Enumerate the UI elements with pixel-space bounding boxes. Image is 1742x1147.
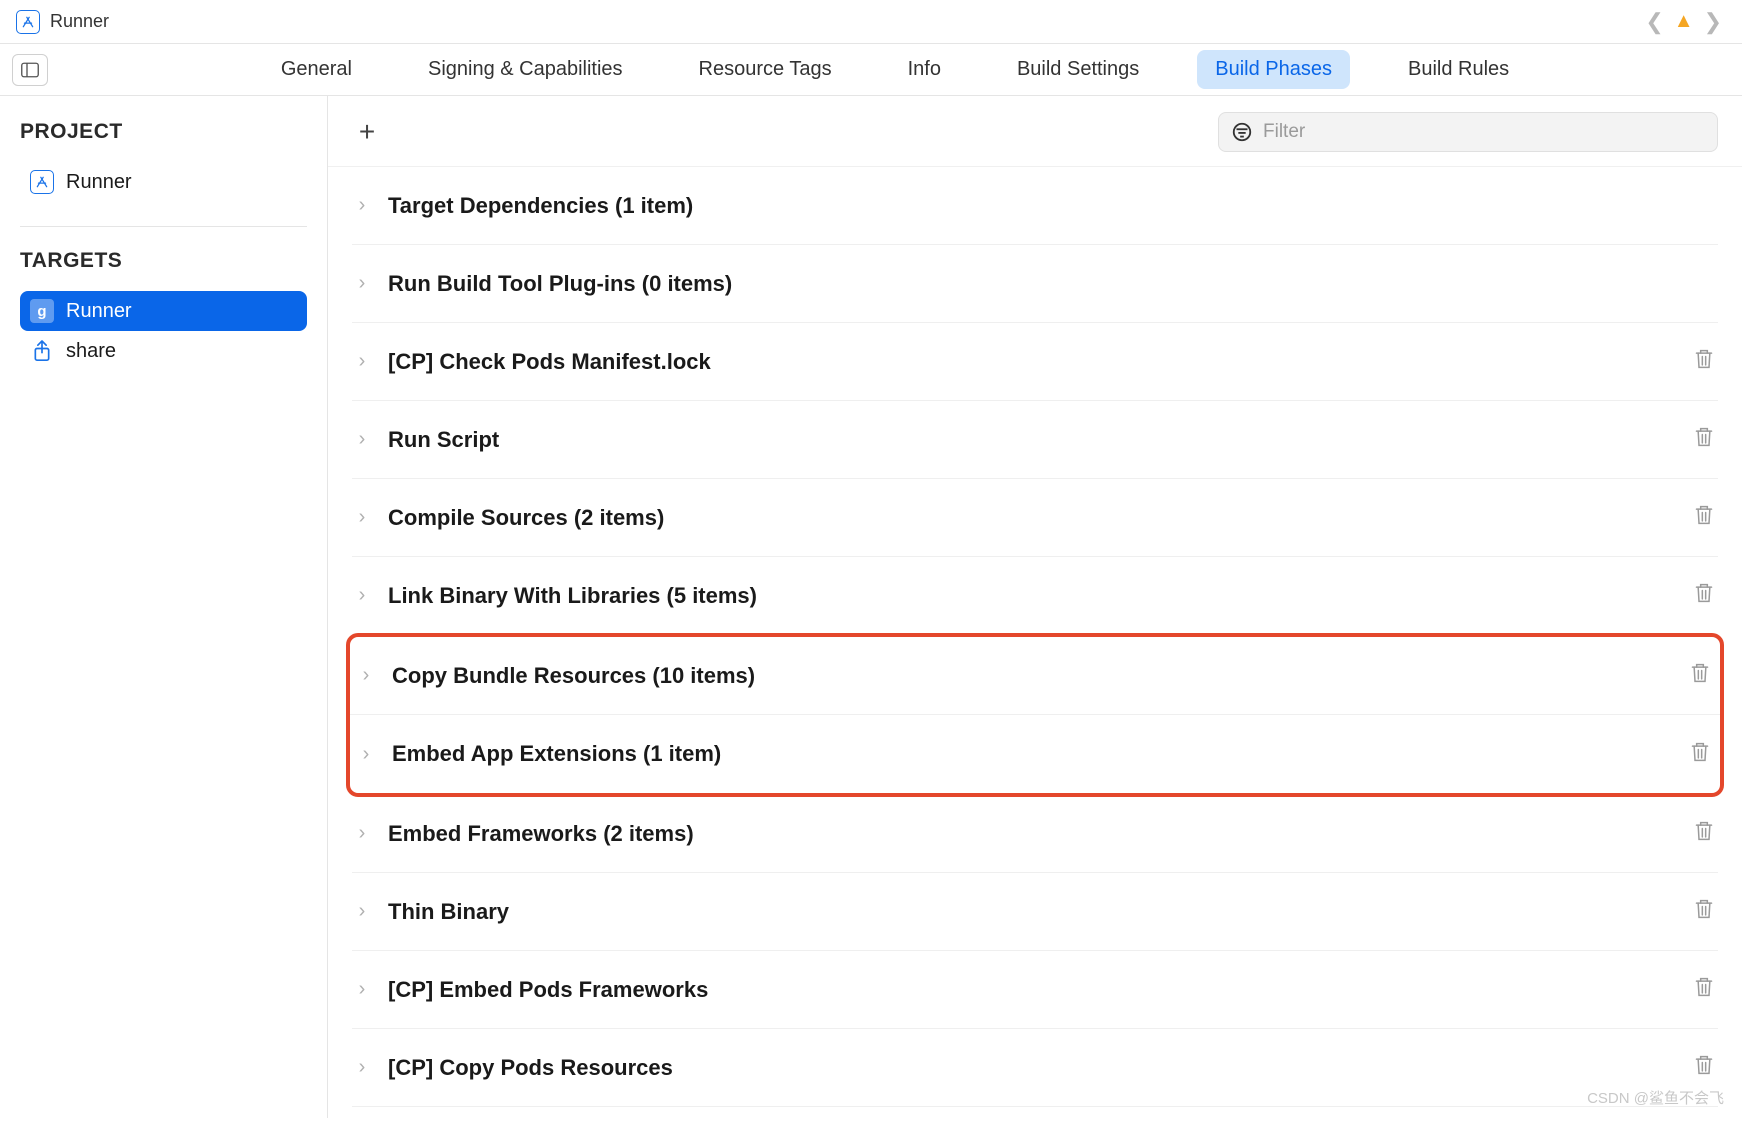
delete-phase-button[interactable] <box>1690 344 1718 379</box>
sidebar-item-label: Runner <box>66 171 132 194</box>
phase-compile-sources[interactable]: › Compile Sources (2 items) <box>352 479 1718 557</box>
phase-label: Compile Sources (2 items) <box>388 505 1674 531</box>
chevron-right-icon[interactable]: › <box>352 584 372 607</box>
filter-input[interactable] <box>1263 121 1705 143</box>
delete-phase-button[interactable] <box>1690 500 1718 535</box>
sidebar-toggle-button[interactable] <box>12 54 48 86</box>
project-section-header: PROJECT <box>20 120 307 144</box>
phase-run-build-tool-plugins[interactable]: › Run Build Tool Plug-ins (0 items) <box>352 245 1718 323</box>
title-bar: Runner ❮ ▲ ❯ <box>0 0 1742 44</box>
sidebar-item-label: Runner <box>66 300 132 323</box>
filter-bar: + <box>328 96 1742 167</box>
nav-forward-icon[interactable]: ❯ <box>1700 9 1726 35</box>
delete-phase-button[interactable] <box>1686 737 1714 772</box>
phase-cp-copy-pods-resources[interactable]: › [CP] Copy Pods Resources <box>352 1029 1718 1107</box>
phase-label: [CP] Embed Pods Frameworks <box>388 977 1674 1003</box>
phase-label: Run Script <box>388 427 1674 453</box>
phase-label: Link Binary With Libraries (5 items) <box>388 583 1674 609</box>
filter-icon <box>1231 121 1253 143</box>
build-phase-list: › Target Dependencies (1 item) › Run Bui… <box>328 167 1742 1147</box>
tab-build-rules[interactable]: Build Rules <box>1390 50 1527 89</box>
sidebar-target-runner[interactable]: g Runner <box>20 291 307 331</box>
target-app-icon: g <box>30 299 54 323</box>
delete-phase-button[interactable] <box>1690 1050 1718 1085</box>
chevron-right-icon[interactable]: › <box>352 506 372 529</box>
app-icon <box>16 10 40 34</box>
filter-box[interactable] <box>1218 112 1718 152</box>
phase-link-binary[interactable]: › Link Binary With Libraries (5 items) <box>352 557 1718 635</box>
nav-back-icon[interactable]: ❮ <box>1641 9 1667 35</box>
phase-label: Run Build Tool Plug-ins (0 items) <box>388 271 1718 297</box>
sidebar-project-runner[interactable]: Runner <box>20 162 307 202</box>
targets-section-header: TARGETS <box>20 249 307 273</box>
chevron-right-icon[interactable]: › <box>352 350 372 373</box>
phase-cp-embed-pods-frameworks[interactable]: › [CP] Embed Pods Frameworks <box>352 951 1718 1029</box>
project-icon <box>30 170 54 194</box>
phase-label: [CP] Copy Pods Resources <box>388 1055 1674 1081</box>
sidebar-divider <box>20 226 307 227</box>
highlight-annotation: › Copy Bundle Resources (10 items) › Emb… <box>346 633 1724 797</box>
delete-phase-button[interactable] <box>1690 578 1718 613</box>
sidebar-item-label: share <box>66 340 116 363</box>
delete-phase-button[interactable] <box>1690 894 1718 929</box>
delete-phase-button[interactable] <box>1690 816 1718 851</box>
add-phase-button[interactable]: + <box>352 116 382 148</box>
phase-embed-frameworks[interactable]: › Embed Frameworks (2 items) <box>352 795 1718 873</box>
phase-label: Embed Frameworks (2 items) <box>388 821 1674 847</box>
phase-label: [CP] Check Pods Manifest.lock <box>388 349 1674 375</box>
tab-info[interactable]: Info <box>890 50 959 89</box>
warning-icon[interactable]: ▲ <box>1674 10 1694 33</box>
delete-phase-button[interactable] <box>1686 658 1714 693</box>
sidebar: PROJECT Runner TARGETS g Runner share <box>0 96 328 1118</box>
tab-signing[interactable]: Signing & Capabilities <box>410 50 641 89</box>
title-right: ❮ ▲ ❯ <box>1641 9 1726 35</box>
chevron-right-icon[interactable]: › <box>352 194 372 217</box>
share-icon <box>30 339 54 363</box>
phase-target-dependencies[interactable]: › Target Dependencies (1 item) <box>352 167 1718 245</box>
watermark: CSDN @鲨鱼不会飞 <box>1587 1087 1724 1108</box>
chevron-right-icon[interactable]: › <box>352 1056 372 1079</box>
phase-copy-bundle-resources[interactable]: › Copy Bundle Resources (10 items) <box>350 637 1720 715</box>
content-area: + › Target Dependencies (1 item) › Run B… <box>328 96 1742 1118</box>
delete-phase-button[interactable] <box>1690 422 1718 457</box>
chevron-right-icon[interactable]: › <box>352 978 372 1001</box>
tab-resource-tags[interactable]: Resource Tags <box>681 50 850 89</box>
tab-build-settings[interactable]: Build Settings <box>999 50 1157 89</box>
phase-label: Embed App Extensions (1 item) <box>392 741 1670 767</box>
phase-label: Target Dependencies (1 item) <box>388 193 1718 219</box>
chevron-right-icon[interactable]: › <box>352 900 372 923</box>
chevron-right-icon[interactable]: › <box>352 272 372 295</box>
chevron-right-icon[interactable]: › <box>356 664 376 687</box>
tab-bar: General Signing & Capabilities Resource … <box>0 44 1742 96</box>
chevron-right-icon[interactable]: › <box>352 822 372 845</box>
delete-phase-button[interactable] <box>1690 972 1718 1007</box>
phase-thin-binary[interactable]: › Thin Binary <box>352 873 1718 951</box>
phase-run-script[interactable]: › Run Script <box>352 401 1718 479</box>
app-title: Runner <box>50 11 109 32</box>
phase-check-pods-manifest[interactable]: › [CP] Check Pods Manifest.lock <box>352 323 1718 401</box>
phase-label: Copy Bundle Resources (10 items) <box>392 663 1670 689</box>
tab-build-phases[interactable]: Build Phases <box>1197 50 1350 89</box>
editor-tabs: General Signing & Capabilities Resource … <box>48 50 1742 89</box>
sidebar-target-share[interactable]: share <box>20 331 307 371</box>
phase-embed-app-extensions[interactable]: › Embed App Extensions (1 item) <box>350 715 1720 793</box>
chevron-right-icon[interactable]: › <box>356 743 376 766</box>
chevron-right-icon[interactable]: › <box>352 428 372 451</box>
main-body: PROJECT Runner TARGETS g Runner share <box>0 96 1742 1118</box>
phase-label: Thin Binary <box>388 899 1674 925</box>
title-left: Runner <box>16 10 109 34</box>
tab-general[interactable]: General <box>263 50 370 89</box>
